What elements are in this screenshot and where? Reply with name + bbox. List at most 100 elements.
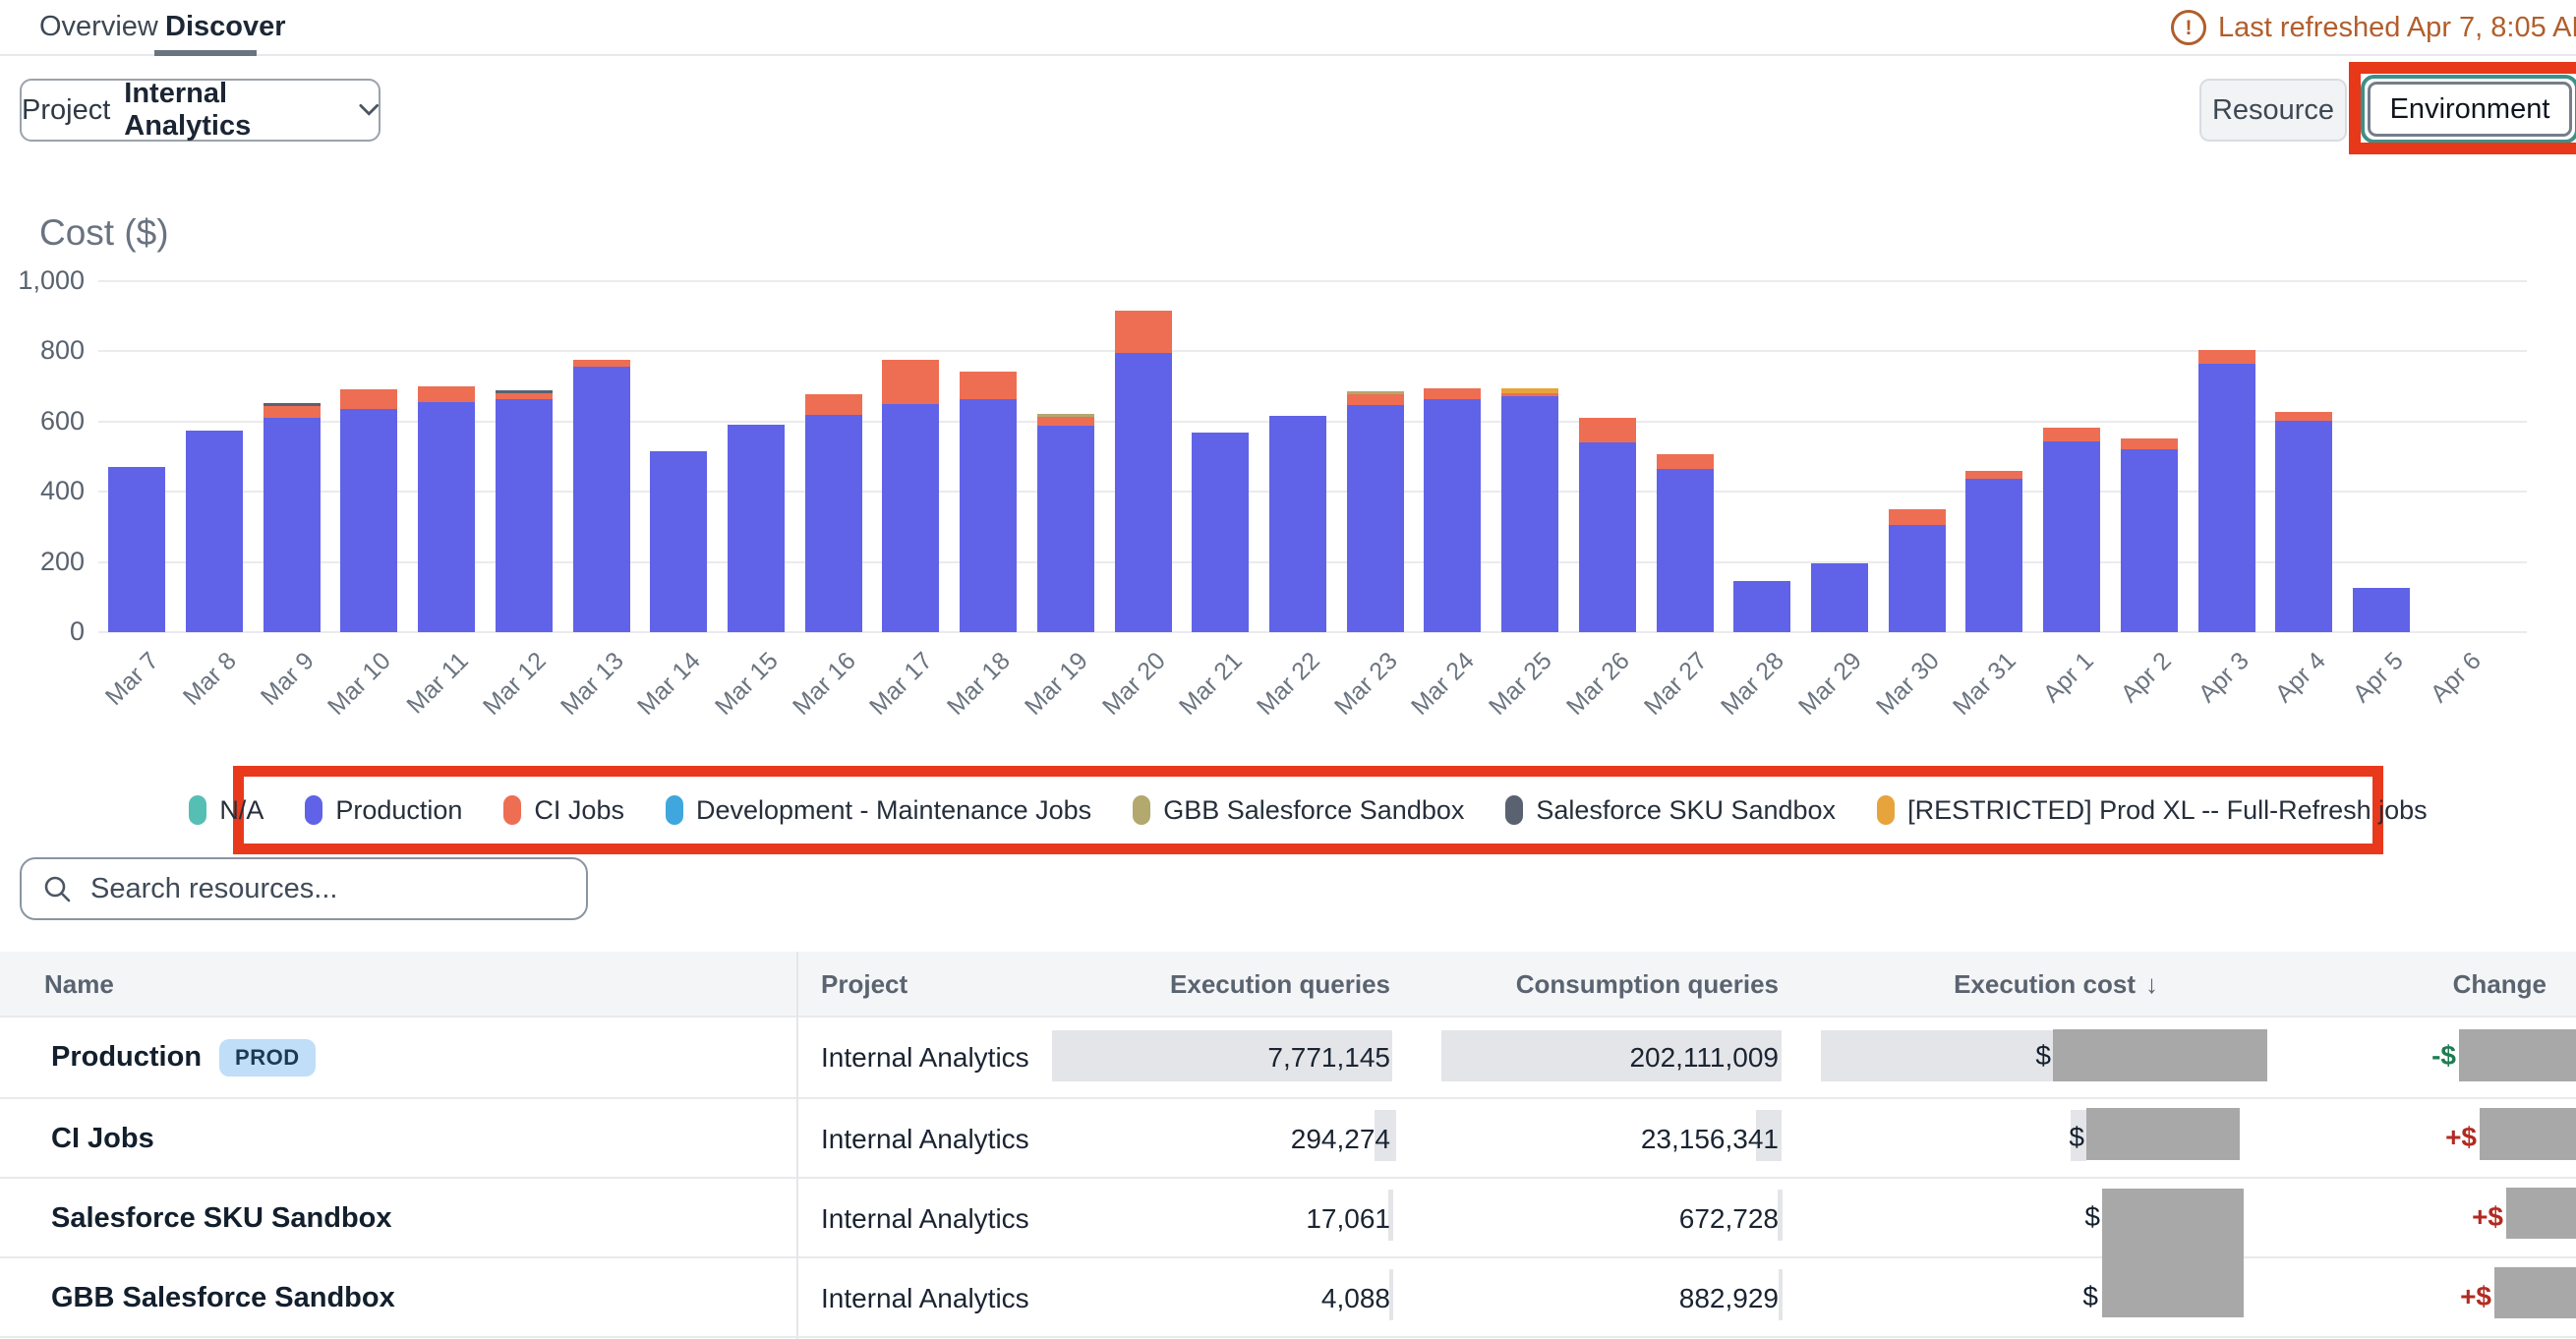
resource-project: Internal Analytics	[821, 1179, 1029, 1258]
legend-item[interactable]: Production	[305, 795, 462, 826]
execution-cost-currency: $	[2082, 1256, 2098, 1336]
col-header-execution-cost[interactable]: Execution cost ↓	[1954, 952, 2158, 1018]
project-select-value: Internal Analytics	[124, 78, 344, 143]
bar-mar-24[interactable]	[1424, 388, 1481, 632]
legend-label: Salesforce SKU Sandbox	[1536, 795, 1836, 826]
resource-name: Salesforce SKU Sandbox	[51, 1179, 392, 1258]
bar-segment	[1115, 311, 1172, 353]
bar-mar-9[interactable]	[263, 403, 321, 632]
change-sign: +$	[2445, 1097, 2477, 1177]
bar-segment	[2275, 412, 2332, 421]
tab-discover[interactable]: Discover	[165, 11, 286, 43]
bar-segment	[2121, 438, 2178, 449]
bar-segment	[1811, 563, 1868, 632]
bar-apr-2[interactable]	[2121, 438, 2178, 632]
bar-mar-12[interactable]	[496, 390, 553, 632]
col-header-execution-queries[interactable]: Execution queries	[1170, 952, 1390, 1018]
legend-item[interactable]: Development - Maintenance Jobs	[666, 795, 1091, 826]
bar-segment	[960, 399, 1017, 632]
bar-apr-4[interactable]	[2275, 412, 2332, 632]
legend-color-chip	[305, 795, 322, 825]
bar-apr-1[interactable]	[2043, 428, 2100, 632]
bar-segment	[1965, 479, 2022, 632]
bar-mar-29[interactable]	[1811, 563, 1868, 632]
bar-mar-21[interactable]	[1192, 433, 1249, 632]
change-sign: +$	[2460, 1256, 2491, 1336]
resource-name: GBB Salesforce Sandbox	[51, 1258, 395, 1338]
col-header-name[interactable]: Name	[44, 952, 114, 1018]
bar-mar-14[interactable]	[650, 451, 707, 632]
legend-item[interactable]: GBB Salesforce Sandbox	[1133, 795, 1464, 826]
value-highlight	[1821, 1030, 2053, 1081]
bar-mar-26[interactable]	[1579, 418, 1636, 632]
search-input[interactable]	[88, 872, 586, 906]
y-tick-label: 600	[40, 406, 85, 437]
legend-color-chip	[1505, 795, 1523, 825]
bar-mar-20[interactable]	[1115, 311, 1172, 632]
legend-label: GBB Salesforce Sandbox	[1163, 795, 1464, 826]
bar-segment	[496, 399, 553, 632]
bar-segment	[1192, 433, 1249, 632]
chevron-down-icon	[359, 103, 380, 117]
col-header-change[interactable]: Change	[2453, 952, 2547, 1018]
bar-segment	[1269, 416, 1326, 632]
project-select[interactable]: Project Internal Analytics	[20, 79, 381, 142]
bar-segment	[263, 418, 321, 632]
bar-mar-19[interactable]	[1037, 414, 1094, 632]
bar-mar-15[interactable]	[728, 425, 785, 632]
resource-name: CI Jobs	[51, 1099, 154, 1179]
bar-mar-18[interactable]	[960, 372, 1017, 632]
bar-segment	[1579, 418, 1636, 442]
redacted-value-block	[2480, 1108, 2576, 1160]
bar-segment	[1965, 471, 2022, 479]
bar-segment	[340, 409, 397, 632]
bar-mar-11[interactable]	[418, 386, 475, 632]
bar-apr-5[interactable]	[2353, 588, 2410, 632]
redacted-value-block	[2459, 1029, 2576, 1081]
environment-toggle-selected-ring: Environment	[2361, 75, 2576, 144]
bar-segment	[1733, 581, 1790, 632]
bar-apr-3[interactable]	[2198, 350, 2255, 632]
bar-mar-31[interactable]	[1965, 471, 2022, 632]
legend-color-chip	[1133, 795, 1150, 825]
bar-mar-8[interactable]	[186, 431, 243, 632]
resources-table: Name Project Execution queries Consumpti…	[0, 952, 2576, 1339]
redacted-value-block	[2494, 1267, 2576, 1318]
legend-color-chip	[503, 795, 521, 825]
gridline	[98, 350, 2527, 352]
resource-toggle-button[interactable]: Resource	[2199, 79, 2347, 142]
bar-segment	[2121, 449, 2178, 632]
y-axis: 02004006008001,000	[0, 281, 85, 632]
consumption-queries-value: 882,929	[1679, 1258, 1779, 1338]
bar-mar-22[interactable]	[1269, 416, 1326, 632]
consumption-queries-value: 202,111,009	[1629, 1018, 1779, 1097]
bar-mar-30[interactable]	[1889, 509, 1946, 632]
bar-mar-27[interactable]	[1657, 454, 1714, 632]
col-header-consumption-queries[interactable]: Consumption queries	[1516, 952, 1779, 1018]
bar-segment	[2043, 441, 2100, 632]
bar-mar-28[interactable]	[1733, 581, 1790, 632]
execution-cost-currency: $	[2035, 1016, 2051, 1095]
bar-mar-16[interactable]	[805, 394, 862, 632]
bar-mar-17[interactable]	[882, 360, 939, 632]
environment-toggle-button[interactable]: Environment	[2368, 82, 2572, 137]
redacted-value-block	[2086, 1108, 2240, 1160]
bar-mar-25[interactable]	[1501, 388, 1558, 632]
col-header-project[interactable]: Project	[821, 952, 907, 1018]
tab-overview[interactable]: Overview	[39, 11, 158, 43]
bar-mar-7[interactable]	[108, 467, 165, 632]
legend-item[interactable]: N/A	[189, 795, 263, 826]
legend-item[interactable]: Salesforce SKU Sandbox	[1505, 795, 1836, 826]
y-tick-label: 200	[40, 547, 85, 577]
prod-badge: PROD	[219, 1039, 316, 1077]
legend-item[interactable]: CI Jobs	[503, 795, 624, 826]
bar-mar-13[interactable]	[573, 360, 630, 632]
y-tick-label: 0	[70, 616, 85, 647]
resource-project: Internal Analytics	[821, 1018, 1029, 1097]
bar-mar-23[interactable]	[1347, 391, 1404, 632]
bar-mar-10[interactable]	[340, 389, 397, 632]
legend-label: [RESTRICTED] Prod XL -- Full-Refresh job…	[1907, 795, 2428, 826]
project-select-label: Project	[22, 94, 110, 127]
legend-item[interactable]: [RESTRICTED] Prod XL -- Full-Refresh job…	[1877, 795, 2428, 826]
bar-segment	[1657, 454, 1714, 469]
